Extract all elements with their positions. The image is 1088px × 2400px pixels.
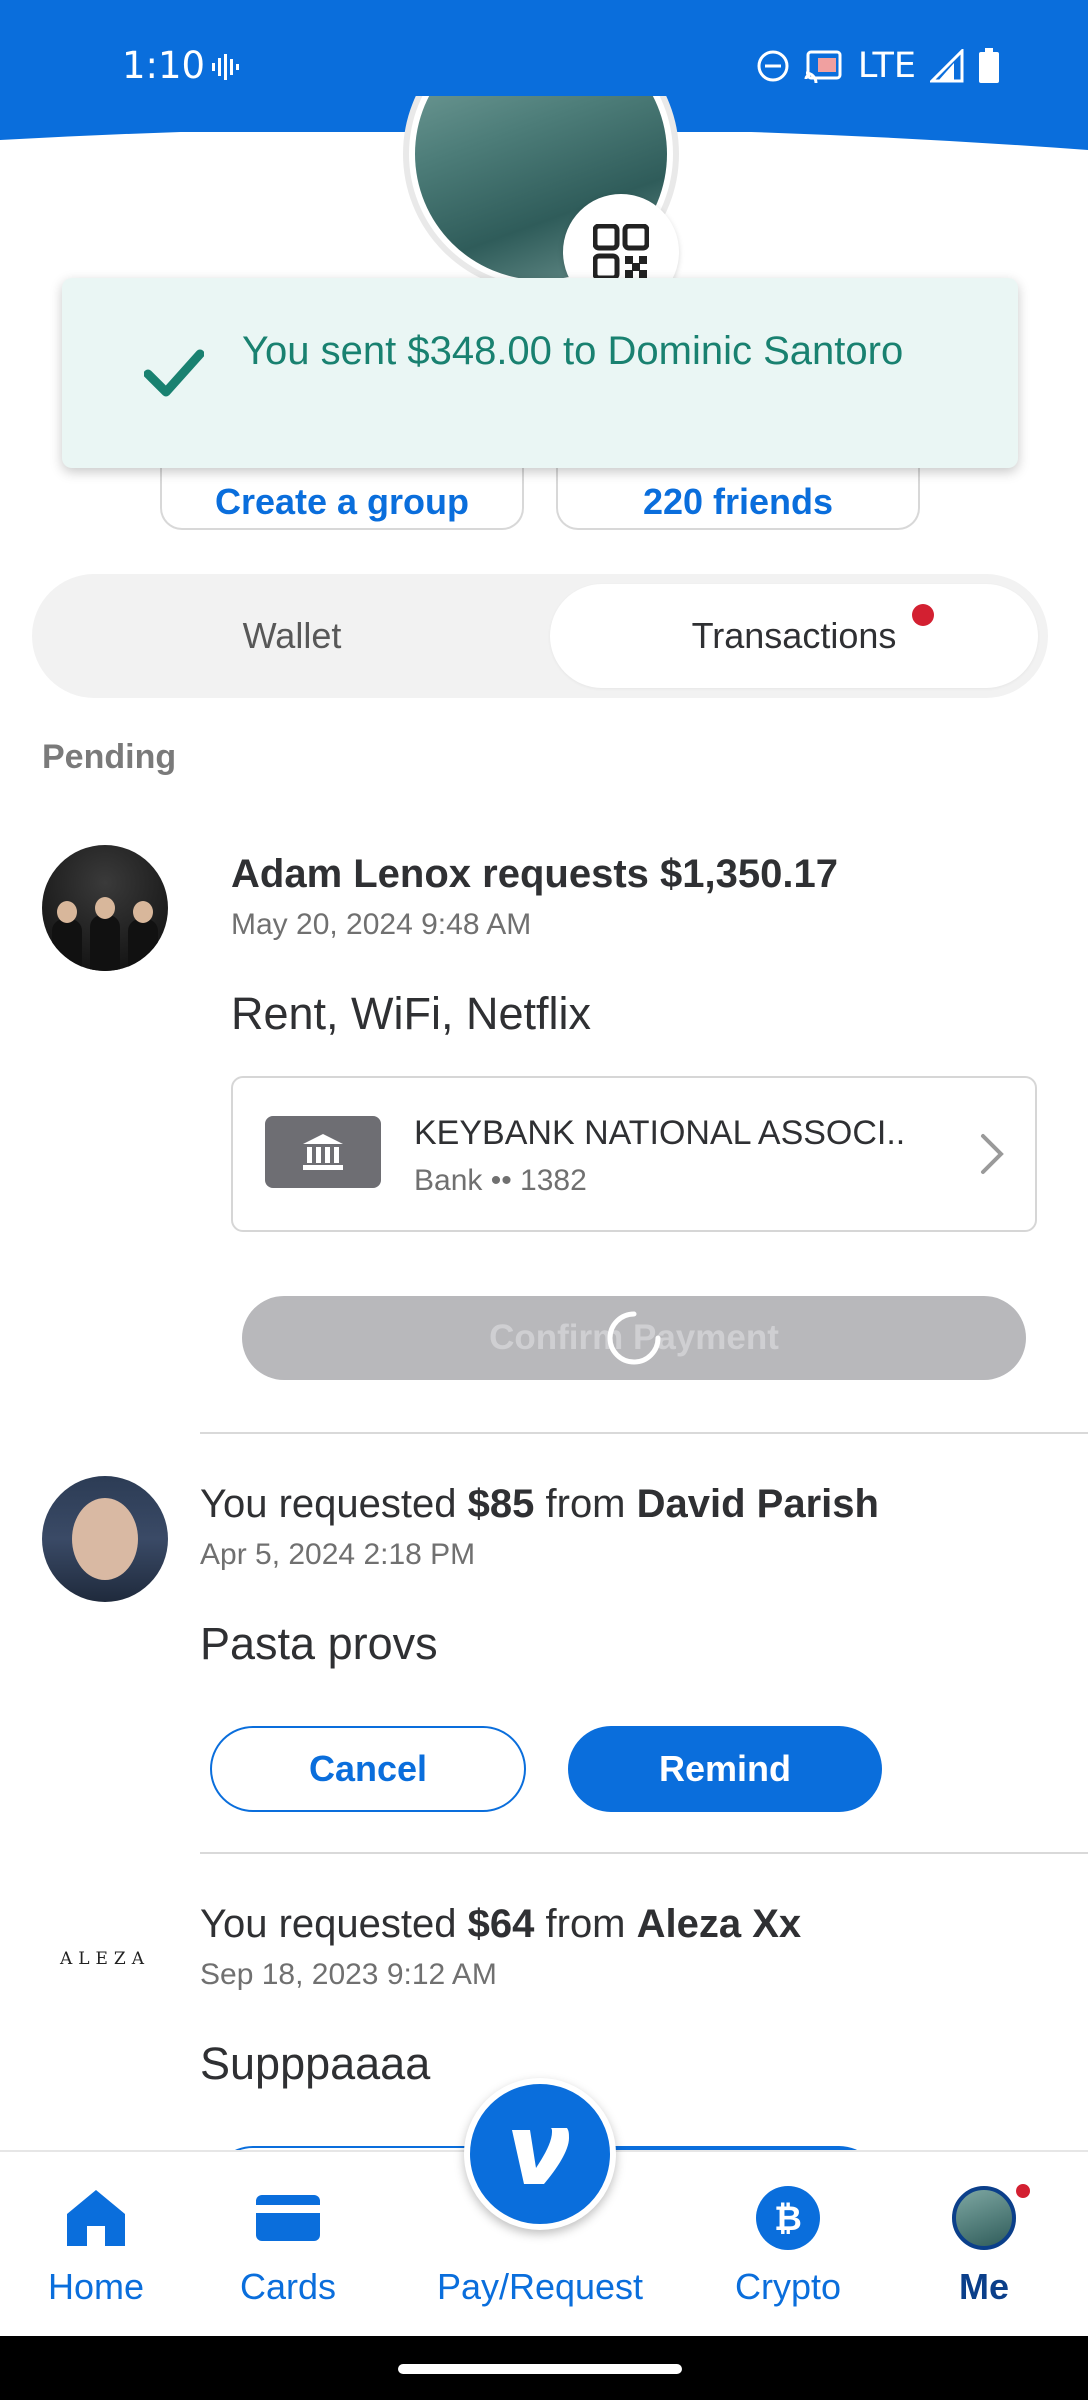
card-icon xyxy=(256,2186,320,2250)
nav-cards-label: Cards xyxy=(239,2266,337,2307)
remind-button[interactable]: Remind xyxy=(568,1726,882,1812)
bank-name: KEYBANK NATIONAL ASSOCI.. xyxy=(414,1114,906,1152)
avatar xyxy=(952,2186,1016,2250)
crypto-icon: ₿ xyxy=(756,2186,820,2250)
transaction-note: Pasta provs xyxy=(200,1618,438,1669)
nav-cards[interactable]: Cards xyxy=(208,2152,368,2338)
avatar-david-parish[interactable] xyxy=(42,1476,168,1602)
transaction-title: You requested $85 from David Parish xyxy=(200,1482,879,1526)
nav-home-label: Home xyxy=(47,2266,145,2307)
chevron-right-icon xyxy=(981,1134,1004,1174)
status-icons: LTE xyxy=(756,46,1000,86)
bank-account: Bank •• 1382 xyxy=(414,1164,587,1197)
network-type: LTE xyxy=(857,46,916,86)
nav-crypto[interactable]: ₿ Crypto xyxy=(708,2152,868,2338)
toast-message: You sent $348.00 to Dominic Santoro xyxy=(242,329,904,373)
cancel-request-button[interactable]: Cancel xyxy=(210,1726,526,1812)
home-icon xyxy=(64,2186,128,2250)
transactions-notification-dot xyxy=(912,604,934,626)
transaction-date: May 20, 2024 9:48 AM xyxy=(231,908,532,941)
transaction-note: Rent, WiFi, Netflix xyxy=(231,988,592,1039)
nav-me-label: Me xyxy=(958,2266,1009,2307)
transaction-title: You requested $64 from Aleza Xx xyxy=(200,1902,802,1946)
do-not-disturb-icon xyxy=(757,50,789,82)
nav-crypto-label: Crypto xyxy=(734,2266,842,2307)
section-pending-label: Pending xyxy=(42,738,177,776)
transaction-title: Adam Lenox requests $1,350.17 xyxy=(231,852,838,896)
nav-home[interactable]: Home xyxy=(16,2152,176,2338)
success-toast: You sent $348.00 to Dominic Santoro xyxy=(62,278,1018,468)
avatar-aleza[interactable]: ALEZA xyxy=(42,1896,168,2022)
signal-icon xyxy=(930,49,964,83)
divider xyxy=(200,1432,1088,1434)
tab-transactions[interactable]: Transactions xyxy=(550,584,1038,688)
divider xyxy=(200,1852,1088,1854)
qr-code-icon xyxy=(593,224,649,280)
avatar-adam-lenox[interactable] xyxy=(42,845,168,971)
battery-icon xyxy=(979,48,999,83)
venmo-v-icon xyxy=(512,2128,569,2184)
nav-pay-request-label: Pay/Request xyxy=(436,2266,644,2307)
pay-request-fab[interactable] xyxy=(464,2078,616,2230)
payment-method-selector[interactable]: KEYBANK NATIONAL ASSOCI.. Bank •• 1382 xyxy=(231,1076,1037,1232)
nav-me[interactable]: Me xyxy=(904,2152,1064,2338)
bank-icon xyxy=(265,1116,381,1188)
me-notification-dot xyxy=(1014,2182,1032,2200)
status-time: 1:10 xyxy=(122,44,206,87)
wallet-transactions-toggle: Wallet Transactions xyxy=(32,574,1048,698)
transaction-date: Sep 18, 2023 9:12 AM xyxy=(200,1958,497,1991)
cast-icon xyxy=(804,50,842,83)
tab-wallet[interactable]: Wallet xyxy=(42,584,542,688)
svg-text:₿: ₿ xyxy=(774,2199,802,2239)
transaction-note: Supppaaaa xyxy=(200,2038,431,2089)
loading-spinner-icon xyxy=(607,1311,661,1365)
home-indicator[interactable] xyxy=(398,2364,682,2374)
transaction-date: Apr 5, 2024 2:18 PM xyxy=(200,1538,476,1571)
voice-activity-icon xyxy=(212,54,239,80)
checkmark-icon xyxy=(144,349,204,397)
